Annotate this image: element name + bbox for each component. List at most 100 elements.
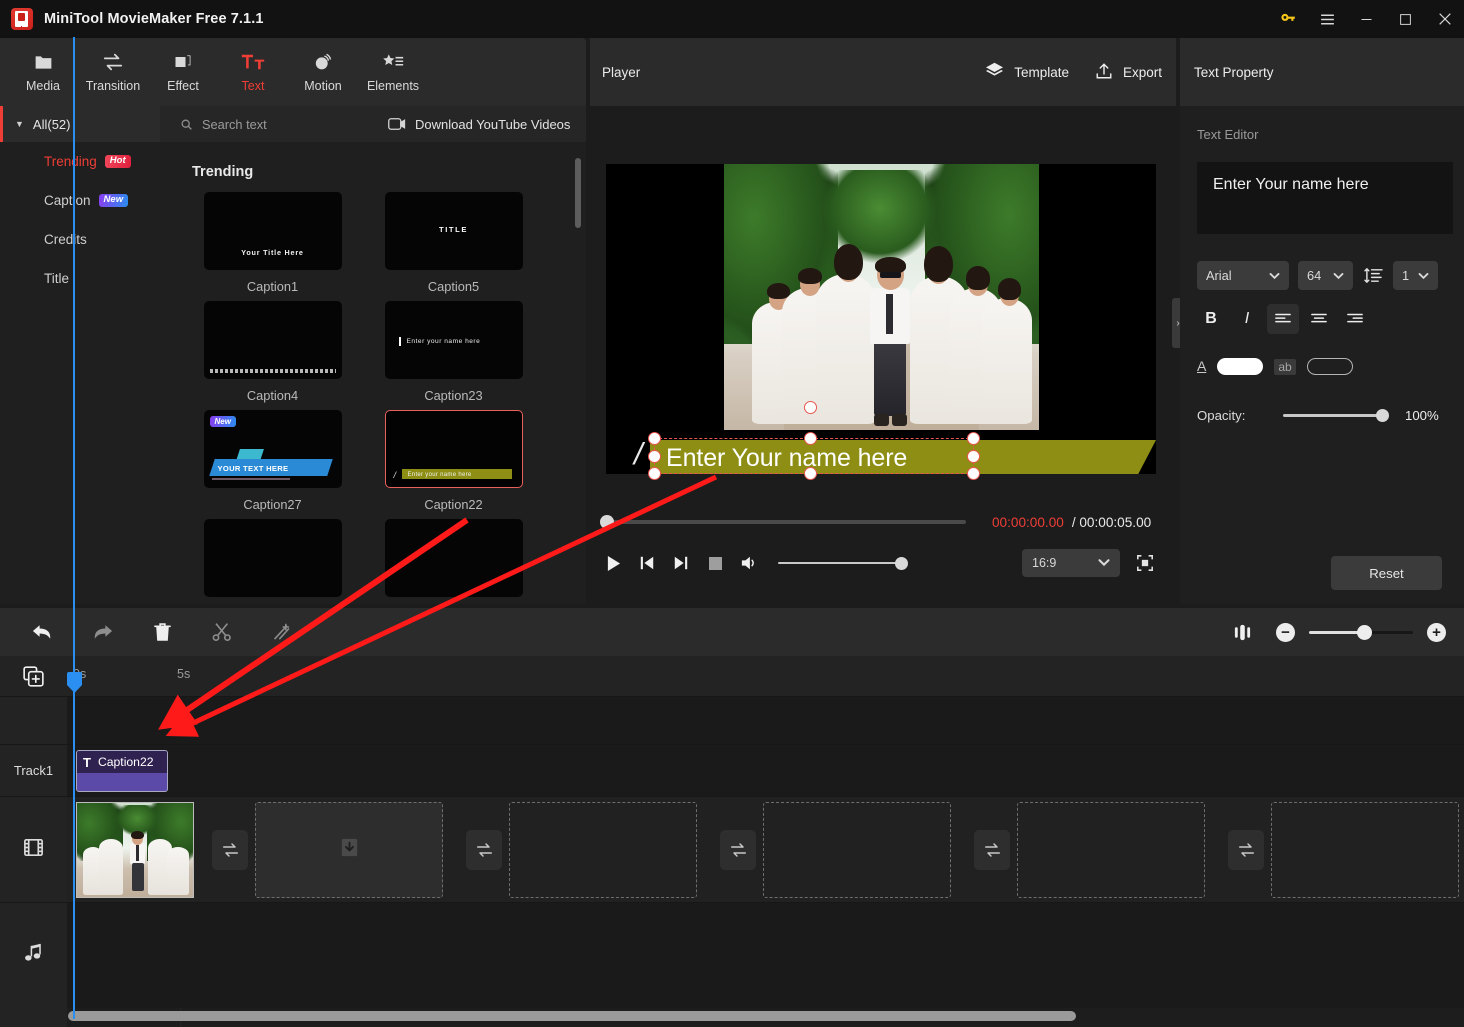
category-item-trending[interactable]: Trending Hot <box>0 142 160 181</box>
font-size-select[interactable]: 64 <box>1298 261 1353 290</box>
playback-progress-knob[interactable] <box>600 515 614 529</box>
template-item-caption4[interactable]: Caption4 <box>182 301 363 403</box>
add-track-icon[interactable] <box>0 656 67 696</box>
template-item-caption22[interactable]: / Enter your name here Caption22 <box>363 410 544 512</box>
search-field-wrapper[interactable] <box>180 117 360 132</box>
text-overlay-selection-box[interactable] <box>654 438 974 474</box>
next-frame-icon[interactable] <box>664 546 698 580</box>
track-header-audio[interactable] <box>0 902 67 1008</box>
tab-media[interactable]: Media <box>8 40 78 104</box>
media-drop-slot[interactable] <box>509 802 697 898</box>
export-button[interactable]: Export <box>1095 62 1162 83</box>
previous-frame-icon[interactable] <box>630 546 664 580</box>
transition-swap-icon[interactable] <box>212 830 248 870</box>
line-height-select[interactable]: 1 <box>1393 261 1438 290</box>
transition-swap-icon[interactable] <box>974 830 1010 870</box>
playback-progress-bar[interactable] <box>606 520 966 524</box>
fit-timeline-icon[interactable] <box>1222 615 1262 649</box>
download-youtube-button[interactable]: Download YouTube Videos <box>388 117 570 132</box>
italic-button[interactable]: I <box>1231 304 1263 334</box>
opacity-slider-knob[interactable] <box>1376 409 1389 422</box>
resize-handle-top-right[interactable] <box>967 432 980 445</box>
timeline-zoom-knob[interactable] <box>1357 625 1372 640</box>
timeline-scrollbar-thumb[interactable] <box>68 1011 1076 1021</box>
timeline-lane-empty[interactable] <box>67 696 1464 744</box>
align-left-icon[interactable] <box>1267 304 1299 334</box>
tab-elements[interactable]: Elements <box>358 40 428 104</box>
text-color-swatch[interactable] <box>1217 358 1263 375</box>
undo-icon[interactable] <box>22 615 62 649</box>
track-header-video[interactable] <box>0 796 67 902</box>
timeline-ruler[interactable]: 0s 5s <box>67 656 1464 696</box>
template-item-caption27[interactable]: New YOUR TEXT HERE Caption27 <box>182 410 363 512</box>
media-drop-slot[interactable] <box>1017 802 1205 898</box>
template-button[interactable]: Template <box>985 62 1069 82</box>
timeline-body[interactable]: T Caption22 <box>67 696 1464 1027</box>
rotate-handle[interactable] <box>804 401 817 414</box>
tab-effect[interactable]: Effect <box>148 40 218 104</box>
player-canvas[interactable]: / Enter Your name here <box>606 164 1156 474</box>
opacity-slider[interactable] <box>1283 414 1383 416</box>
timeline-lane-text[interactable]: T Caption22 <box>67 744 1464 796</box>
tab-text[interactable]: Text <box>218 40 288 104</box>
background-color-swatch[interactable] <box>1307 358 1353 375</box>
template-item-partial-left[interactable] <box>182 519 363 597</box>
resize-handle-bottom-center[interactable] <box>804 467 817 480</box>
resize-handle-top-center[interactable] <box>804 432 817 445</box>
stop-icon[interactable] <box>698 546 732 580</box>
timeline-zoom-slider[interactable] <box>1309 631 1413 634</box>
volume-slider-knob[interactable] <box>895 557 908 570</box>
key-icon[interactable] <box>1269 0 1308 38</box>
play-icon[interactable] <box>596 546 630 580</box>
timeline-text-clip[interactable]: T Caption22 <box>76 750 168 792</box>
timeline-horizontal-scrollbar[interactable] <box>0 1009 1464 1023</box>
media-drop-slot[interactable] <box>1271 802 1459 898</box>
zoom-out-button[interactable]: − <box>1276 623 1295 642</box>
resize-handle-middle-left[interactable] <box>648 450 661 463</box>
gallery-scrollbar[interactable] <box>575 152 581 594</box>
trash-icon[interactable] <box>142 615 182 649</box>
resize-handle-bottom-right[interactable] <box>967 467 980 480</box>
transition-swap-icon[interactable] <box>466 830 502 870</box>
zoom-in-button[interactable]: + <box>1427 623 1446 642</box>
minimize-icon[interactable] <box>1347 0 1386 38</box>
bold-button[interactable]: B <box>1195 304 1227 334</box>
track-header-text[interactable]: Track1 <box>0 744 67 796</box>
template-item-caption23[interactable]: Enter your name here Caption23 <box>363 301 544 403</box>
close-icon[interactable] <box>1425 0 1464 38</box>
add-marker-icon[interactable] <box>262 615 302 649</box>
maximize-icon[interactable] <box>1386 0 1425 38</box>
media-drop-slot[interactable] <box>763 802 951 898</box>
media-drop-slot[interactable] <box>255 802 443 898</box>
align-right-icon[interactable] <box>1339 304 1371 334</box>
resize-handle-middle-right[interactable] <box>967 450 980 463</box>
scissors-icon[interactable] <box>202 615 242 649</box>
redo-icon[interactable] <box>82 615 122 649</box>
resize-handle-bottom-left[interactable] <box>648 467 661 480</box>
aspect-ratio-select[interactable]: 16:9 <box>1022 549 1120 577</box>
reset-button[interactable]: Reset <box>1331 556 1442 590</box>
text-editor-input[interactable] <box>1197 162 1453 234</box>
align-center-icon[interactable] <box>1303 304 1335 334</box>
tab-transition[interactable]: Transition <box>78 40 148 104</box>
font-family-select[interactable]: Arial <box>1197 261 1289 290</box>
category-item-credits[interactable]: Credits <box>0 220 160 259</box>
template-item-caption5[interactable]: TITLE Caption5 <box>363 192 544 294</box>
search-input[interactable] <box>202 117 352 132</box>
timeline-video-clip[interactable] <box>76 802 194 898</box>
transition-swap-icon[interactable] <box>1228 830 1264 870</box>
volume-icon[interactable] <box>732 546 766 580</box>
template-item-caption1[interactable]: Your Title Here Caption1 <box>182 192 363 294</box>
timeline-lane-video[interactable] <box>67 796 1464 902</box>
category-item-title[interactable]: Title <box>0 259 160 298</box>
menu-icon[interactable] <box>1308 0 1347 38</box>
category-header[interactable]: ▼ All(52) <box>0 106 160 142</box>
volume-slider[interactable] <box>778 562 902 565</box>
line-spacing-icon[interactable] <box>1362 267 1384 284</box>
timeline-lane-audio[interactable] <box>67 902 1464 1008</box>
gallery-scrollbar-thumb[interactable] <box>575 158 581 228</box>
tab-motion[interactable]: Motion <box>288 40 358 104</box>
fullscreen-icon[interactable] <box>1128 546 1162 580</box>
transition-swap-icon[interactable] <box>720 830 756 870</box>
template-item-partial-right[interactable] <box>363 519 544 597</box>
